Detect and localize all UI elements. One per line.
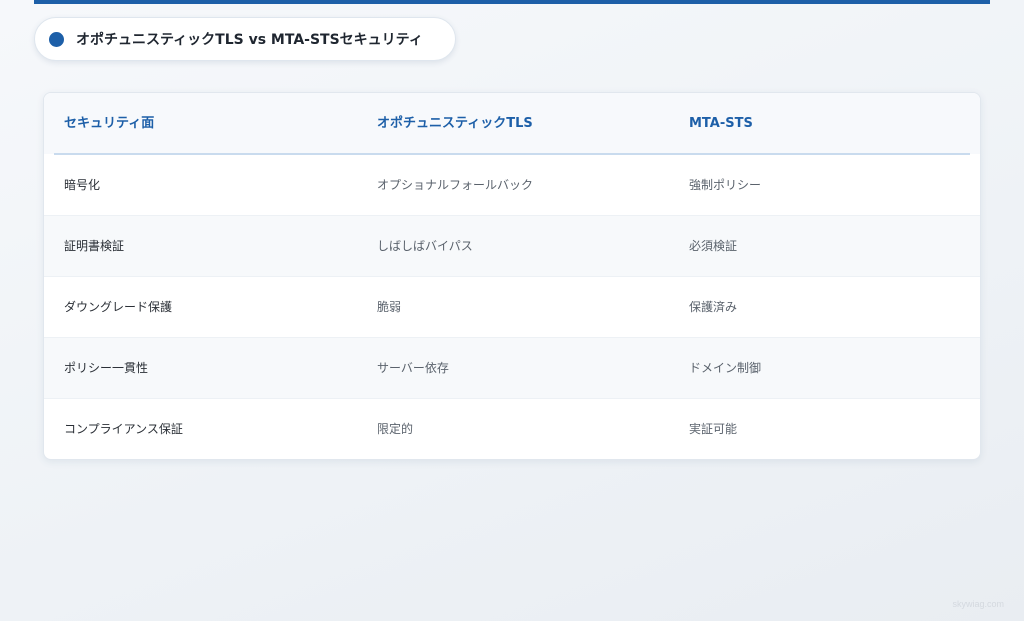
table-row: 暗号化 オプショナルフォールバック 強制ポリシー xyxy=(44,155,980,216)
header-mta-sts: MTA-STS xyxy=(689,116,753,131)
table-row: ダウングレード保護 脆弱 保護済み xyxy=(44,277,980,338)
header-opportunistic-tls: オポチュニスティックTLS xyxy=(377,116,533,131)
row-mta-sts-cell: ドメイン制御 xyxy=(689,361,762,375)
row-mta-sts-cell: 必須検証 xyxy=(689,239,738,253)
watermark: skywiag.com xyxy=(952,599,1004,609)
row-opportunistic-tls-cell: 脆弱 xyxy=(377,300,402,314)
top-accent-bar xyxy=(34,0,990,4)
table-row: コンプライアンス保証 限定的 実証可能 xyxy=(44,399,980,459)
page-title: オポチュニスティックTLS vs MTA-STSセキュリティ xyxy=(76,32,423,48)
table-body: 暗号化 オプショナルフォールバック 強制ポリシー 証明書検証 しばしばバイパス … xyxy=(44,155,980,459)
table-header: セキュリティ面 オポチュニスティックTLS MTA-STS xyxy=(44,93,980,154)
row-aspect-cell: 証明書検証 xyxy=(64,239,125,253)
row-mta-sts-cell: 保護済み xyxy=(689,300,738,314)
header-security-aspect: セキュリティ面 xyxy=(64,116,155,131)
row-aspect-cell: コンプライアンス保証 xyxy=(64,422,183,436)
row-opportunistic-tls-cell: オプショナルフォールバック xyxy=(377,178,534,192)
blue-dot-icon xyxy=(49,31,64,47)
row-aspect-cell: ダウングレード保護 xyxy=(64,300,173,314)
row-aspect-cell: ポリシー一貫性 xyxy=(64,361,149,375)
title-badge: オポチュニスティックTLS vs MTA-STSセキュリティ xyxy=(34,17,456,61)
row-opportunistic-tls-cell: 限定的 xyxy=(377,422,414,436)
row-opportunistic-tls-cell: しばしばバイパス xyxy=(377,239,473,253)
row-mta-sts-cell: 実証可能 xyxy=(689,422,738,436)
table-row: 証明書検証 しばしばバイパス 必須検証 xyxy=(44,216,980,277)
row-aspect-cell: 暗号化 xyxy=(64,178,101,192)
row-opportunistic-tls-cell: サーバー依存 xyxy=(377,361,449,375)
comparison-table: セキュリティ面 オポチュニスティックTLS MTA-STS 暗号化 オプショナル… xyxy=(43,92,981,460)
table-row: ポリシー一貫性 サーバー依存 ドメイン制御 xyxy=(44,338,980,399)
row-mta-sts-cell: 強制ポリシー xyxy=(689,178,762,192)
